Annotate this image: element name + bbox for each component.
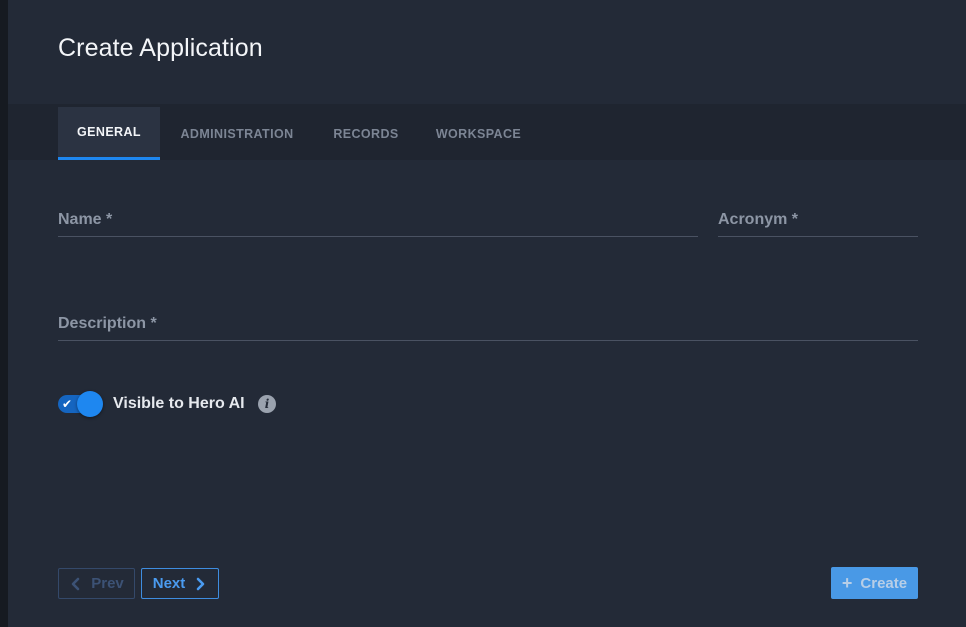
prev-button[interactable]: Prev	[58, 568, 135, 599]
tab-general[interactable]: GENERAL	[58, 107, 160, 160]
dialog-title: Create Application	[58, 34, 263, 62]
info-icon[interactable]: i	[258, 395, 276, 413]
name-input[interactable]	[58, 204, 698, 234]
chevron-right-icon	[196, 577, 205, 590]
toggle-knob	[77, 391, 103, 417]
tab-administration[interactable]: ADMINISTRATION	[172, 107, 302, 160]
create-label: Create	[860, 574, 908, 592]
visible-to-hero-ai-toggle[interactable]: ✔	[58, 390, 104, 418]
acronym-input[interactable]	[718, 204, 918, 234]
chevron-left-icon	[71, 577, 80, 590]
create-application-dialog: Create Application GENERAL ADMINISTRATIO…	[8, 0, 966, 627]
name-field[interactable]: Name *	[58, 200, 698, 237]
description-field[interactable]: Description *	[58, 304, 918, 341]
prev-label: Prev	[91, 575, 124, 592]
tab-bar: GENERAL ADMINISTRATION RECORDS WORKSPACE	[8, 104, 966, 160]
plus-icon: +	[841, 573, 853, 593]
tab-workspace[interactable]: WORKSPACE	[428, 107, 529, 160]
next-button[interactable]: Next	[141, 568, 219, 599]
check-icon: ✔	[62, 397, 73, 411]
background-strip	[0, 0, 8, 627]
acronym-field[interactable]: Acronym *	[718, 200, 918, 237]
tab-records[interactable]: RECORDS	[324, 107, 408, 160]
create-button[interactable]: + Create	[831, 567, 918, 599]
visible-to-hero-ai-label: Visible to Hero AI	[113, 395, 245, 412]
description-input[interactable]	[58, 308, 918, 338]
next-label: Next	[152, 575, 186, 592]
